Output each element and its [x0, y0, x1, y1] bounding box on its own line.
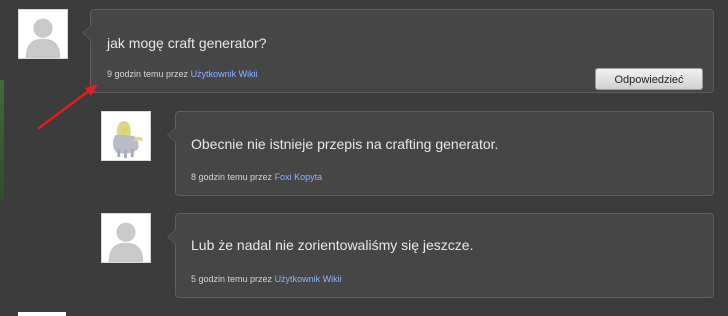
- next-avatar-edge: [18, 312, 66, 316]
- comment-text: jak mogę craft generator?: [107, 35, 267, 51]
- user-avatar[interactable]: [101, 213, 151, 263]
- reply-text: Obecnie nie istnieje przepis na crafting…: [191, 136, 499, 152]
- reply-time: 5 godzin temu przez: [191, 274, 273, 284]
- author-link[interactable]: Użytkownik Wikii: [191, 69, 258, 79]
- annotation-arrow-icon: [37, 84, 98, 130]
- comment-meta: 9 godzin temu przez Użytkownik Wikii: [107, 69, 258, 79]
- reply-meta: 8 godzin temu przez Foxi Kopyta: [191, 172, 322, 182]
- comment-time: 9 godzin temu przez: [107, 69, 189, 79]
- reply-text: Lub że nadal nie zorientowaliśmy się jes…: [191, 237, 474, 253]
- reply-button[interactable]: Odpowiedzieć: [595, 68, 703, 90]
- reply-bubble: Obecnie nie istnieje przepis na crafting…: [167, 111, 714, 196]
- reply-time: 8 godzin temu przez: [191, 172, 273, 182]
- reply-meta: 5 godzin temu przez Użytkownik Wikii: [191, 274, 342, 284]
- author-link[interactable]: Foxi Kopyta: [275, 172, 323, 182]
- author-link[interactable]: Użytkownik Wikii: [275, 274, 342, 284]
- reply-bubble: Lub że nadal nie zorientowaliśmy się jes…: [167, 213, 714, 298]
- user-avatar[interactable]: [18, 9, 68, 59]
- page-edge-decoration: [0, 80, 4, 200]
- default-user-icon: [102, 214, 150, 262]
- default-user-icon: [19, 10, 67, 58]
- comment-bubble: jak mogę craft generator? 9 godzin temu …: [82, 9, 714, 93]
